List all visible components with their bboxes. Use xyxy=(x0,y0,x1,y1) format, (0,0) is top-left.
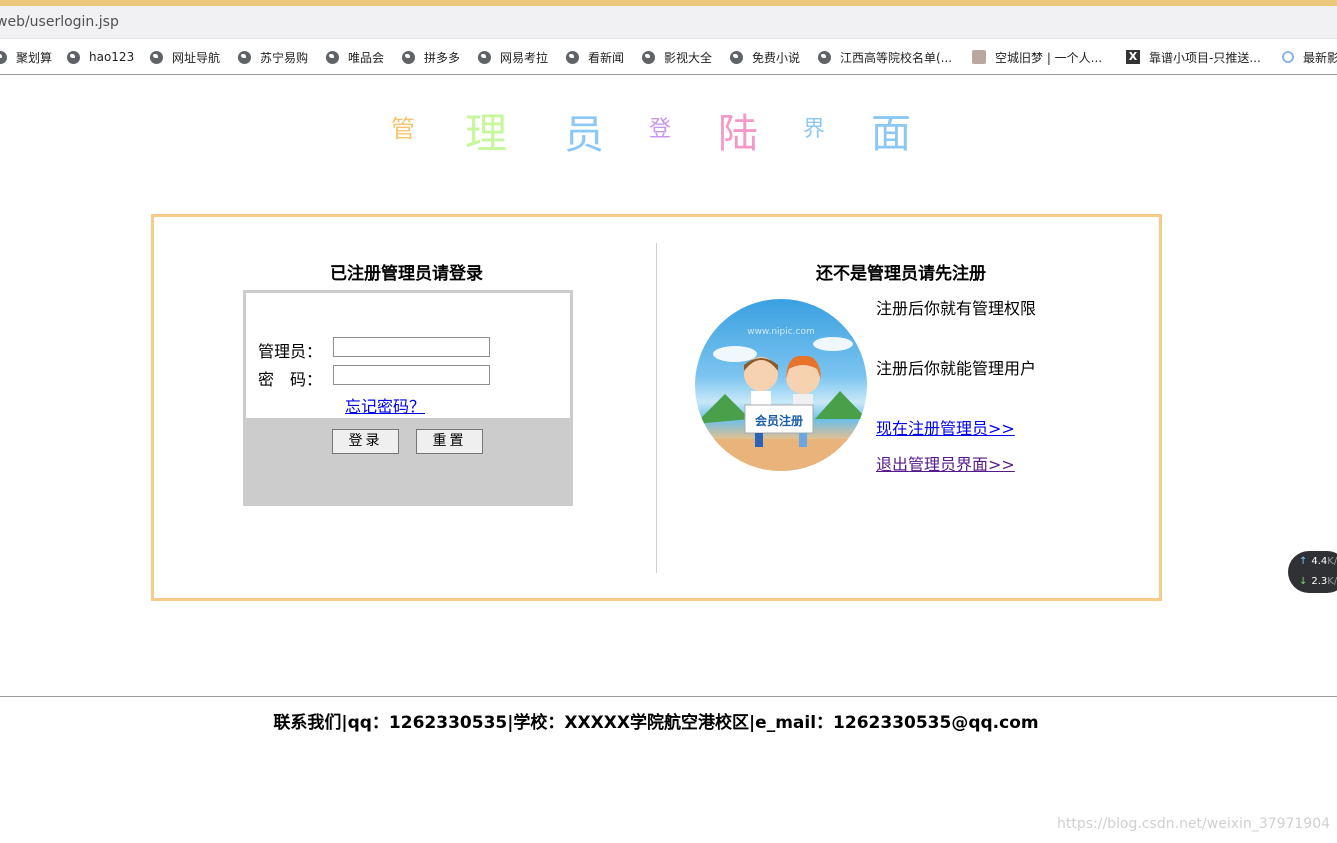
footer-divider xyxy=(0,696,1337,697)
panel-divider xyxy=(656,243,657,573)
member-register-image: www.nipic.com 会员注册 xyxy=(695,299,867,471)
bookmark-item[interactable]: 空城旧梦 | 一个人... xyxy=(972,48,1102,66)
bookmark-item[interactable]: 看新闻 xyxy=(566,48,624,66)
bookmark-item[interactable]: hao123 xyxy=(67,48,134,66)
download-speed-unit: K/s xyxy=(1327,576,1337,587)
bookmark-label: 靠谱小项目-只推送... xyxy=(1149,50,1261,65)
globe-icon xyxy=(478,50,491,64)
upload-speed: ↑4.4K/s xyxy=(1299,556,1337,567)
register-admin-link[interactable]: 现在注册管理员>> xyxy=(876,415,1015,439)
member-register-illustration: www.nipic.com 会员注册 xyxy=(695,327,867,471)
login-form-fields: 管理员： 密 码： 忘记密码？ xyxy=(246,293,570,418)
download-speed: ↓2.3K/s xyxy=(1299,576,1337,587)
bookmark-label: 网易考拉 xyxy=(500,50,549,65)
globe-icon xyxy=(238,50,251,64)
login-form: 管理员： 密 码： 忘记密码？ 登录 重置 xyxy=(243,290,573,506)
globe-icon xyxy=(818,50,831,64)
bookmark-item[interactable]: X 靠谱小项目-只推送... xyxy=(1126,48,1261,66)
title-char: 理 xyxy=(465,109,508,158)
login-button[interactable]: 登录 xyxy=(332,429,399,454)
bookmark-item[interactable]: 聚划算 xyxy=(0,48,52,66)
login-heading: 已注册管理员请登录 xyxy=(330,264,483,284)
title-char: 面 xyxy=(871,111,911,157)
globe-icon xyxy=(642,50,655,64)
bookmark-label: 聚划算 xyxy=(16,50,53,65)
register-heading: 还不是管理员请先注册 xyxy=(816,264,986,284)
arrow-up-icon: ↑ xyxy=(1299,556,1308,567)
network-speed-widget[interactable]: ↑4.4K/s ↓2.3K/s xyxy=(1288,551,1337,593)
globe-icon xyxy=(402,50,415,64)
bookmark-item[interactable]: 影视大全 xyxy=(642,48,712,66)
address-url[interactable]: web/userlogin.jsp xyxy=(0,14,119,30)
reset-button[interactable]: 重置 xyxy=(416,429,483,454)
globe-icon xyxy=(566,50,579,64)
bookmark-item[interactable]: 拼多多 xyxy=(402,48,460,66)
bookmark-label: 江西高等院校名单(... xyxy=(840,50,953,65)
bookmark-label: 最新影 xyxy=(1303,50,1337,65)
bookmark-label: 拼多多 xyxy=(424,50,461,65)
bookmark-label: 唯品会 xyxy=(348,50,385,65)
password-label: 密 码： xyxy=(258,370,323,389)
profile-thumbnail-icon xyxy=(972,50,986,64)
username-input[interactable] xyxy=(333,337,490,357)
x-logo-icon: X xyxy=(1126,50,1140,64)
title-char: 陆 xyxy=(718,111,758,157)
address-bar[interactable]: web/userlogin.jsp xyxy=(0,6,1337,39)
arrow-down-icon: ↓ xyxy=(1299,576,1308,587)
bookmark-item[interactable]: 苏宁易购 xyxy=(238,48,308,66)
title-char: 登 xyxy=(649,117,672,142)
download-speed-value: 2.3 xyxy=(1311,576,1328,587)
bookmark-item[interactable]: 最新影 xyxy=(1282,48,1337,66)
csdn-watermark: https://blog.csdn.net/weixin_37971904 xyxy=(1057,816,1331,832)
forgot-password-link[interactable]: 忘记密码？ xyxy=(345,393,425,417)
password-input[interactable] xyxy=(333,365,490,385)
bookmark-item[interactable]: 江西高等院校名单(... xyxy=(818,48,952,66)
upload-speed-value: 4.4 xyxy=(1311,556,1328,567)
bookmark-label: hao123 xyxy=(89,50,135,64)
bookmark-label: 苏宁易购 xyxy=(260,50,309,65)
circle-logo-icon xyxy=(1282,51,1294,63)
bookmark-label: 看新闻 xyxy=(588,50,625,65)
bookmark-item[interactable]: 网易考拉 xyxy=(478,48,548,66)
image-caption: 会员注册 xyxy=(755,413,803,428)
bookmark-item[interactable]: 免费小说 xyxy=(730,48,800,66)
register-benefit-1: 注册后你就有管理权限 xyxy=(876,299,1037,318)
exit-admin-link[interactable]: 退出管理员界面>> xyxy=(876,451,1015,475)
globe-icon xyxy=(67,50,80,64)
title-char: 员 xyxy=(564,112,604,158)
bookmark-label: 空城旧梦 | 一个人... xyxy=(995,50,1103,65)
bookmark-item[interactable]: 网址导航 xyxy=(150,48,220,66)
main-panel: 已注册管理员请登录 管理员： 密 码： 忘记密码？ 登录 重置 还不是管理员请先… xyxy=(151,214,1162,601)
title-char: 界 xyxy=(803,117,826,142)
bookmark-label: 网址导航 xyxy=(172,50,221,65)
image-watermark: www.nipic.com xyxy=(747,327,815,337)
globe-icon xyxy=(150,50,163,64)
username-label: 管理员： xyxy=(258,342,323,361)
bookmark-label: 免费小说 xyxy=(752,50,801,65)
globe-icon xyxy=(326,50,339,64)
bookmarks-bar: 聚划算 hao123 网址导航 苏宁易购 唯品会 拼多多 网易考拉 看新闻 影视… xyxy=(0,39,1337,75)
globe-icon xyxy=(0,50,7,64)
upload-speed-unit: K/s xyxy=(1327,556,1337,567)
title-char: 管 xyxy=(391,115,415,143)
bookmark-label: 影视大全 xyxy=(664,50,713,65)
register-benefit-2: 注册后你就能管理用户 xyxy=(876,359,1037,378)
globe-icon xyxy=(730,50,743,64)
bookmark-item[interactable]: 唯品会 xyxy=(326,48,384,66)
footer-contact: 联系我们|qq：1262330535|学校：XXXXX学院航空港校区|e_mai… xyxy=(273,713,1039,733)
